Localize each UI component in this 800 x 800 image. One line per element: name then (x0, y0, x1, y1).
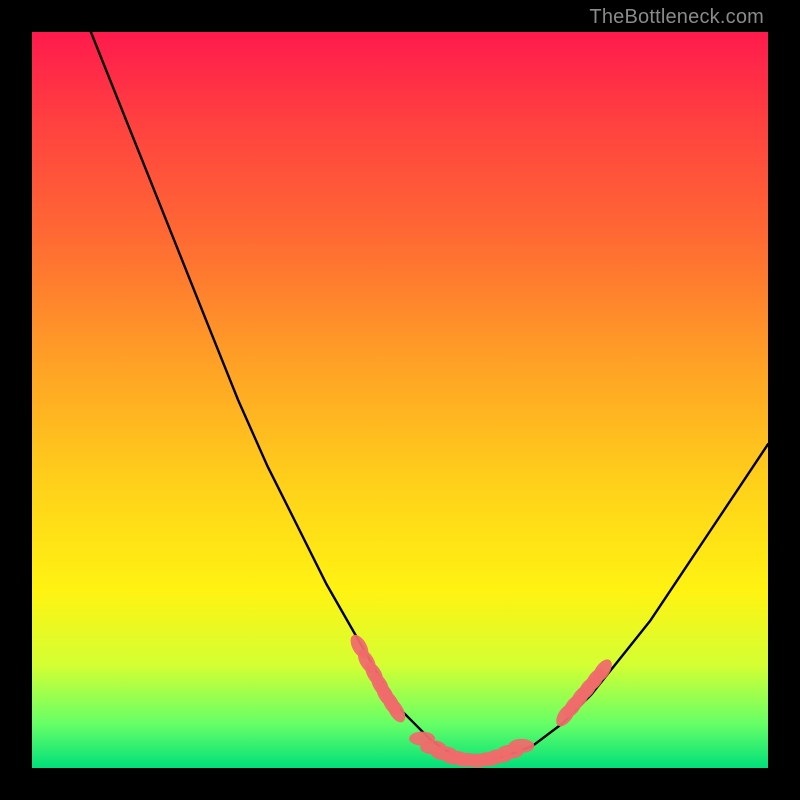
bottleneck-curve (91, 32, 768, 761)
watermark-text: TheBottleneck.com (589, 6, 764, 29)
gradient-plot-area (32, 32, 768, 768)
marker-bead (508, 739, 534, 753)
bottleneck-curve-path (91, 32, 768, 761)
data-markers (347, 632, 616, 768)
chart-overlay (32, 32, 768, 768)
chart-frame: TheBottleneck.com (0, 0, 800, 800)
